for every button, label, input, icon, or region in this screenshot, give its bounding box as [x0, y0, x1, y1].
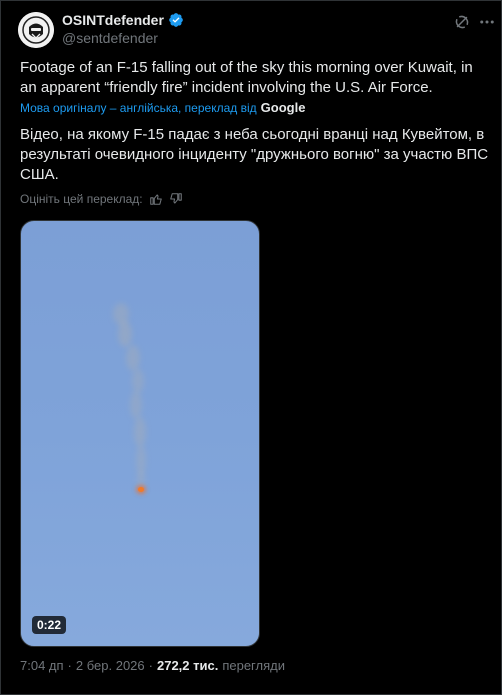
translated-text: Відео, на якому F-15 падає з неба сьогод…	[20, 126, 489, 183]
verified-badge-icon	[169, 13, 183, 27]
rate-translation-label: Оцініть цей переклад:	[20, 192, 143, 206]
rate-thumbs-down-button[interactable]	[169, 192, 183, 206]
smoke-trail	[118, 321, 132, 347]
translation-note-text[interactable]: Мова оригіналу – англійська, переклад ві…	[20, 101, 257, 115]
translation-note[interactable]: Мова оригіналу – англійська, переклад ві…	[20, 100, 305, 115]
translation-provider: Google	[260, 100, 306, 115]
tweet-date[interactable]: 2 бер. 2026	[76, 658, 145, 673]
tweet-time[interactable]: 7:04 дп	[20, 658, 64, 673]
more-icon	[480, 20, 494, 24]
meta-separator: ·	[148, 658, 153, 673]
tweet-card: OSINTdefender @sentdefender Footage of a…	[0, 0, 502, 695]
avatar[interactable]	[18, 12, 54, 48]
author-name-row[interactable]: OSINTdefender	[62, 12, 184, 28]
tweet-text: Footage of an F-15 falling out of the sk…	[20, 59, 473, 96]
smoke-trail	[132, 369, 144, 393]
smoke-trail	[134, 417, 146, 447]
author-display-name[interactable]: OSINTdefender	[62, 12, 164, 28]
rate-translation: Оцініть цей переклад:	[20, 192, 183, 206]
grok-icon	[455, 15, 469, 29]
smoke-trail	[126, 345, 140, 371]
smoke-trail	[130, 391, 142, 419]
thumbs-up-icon	[149, 194, 162, 205]
video-duration: 0:22	[32, 616, 67, 634]
views-count: 272,2 тис.	[156, 658, 219, 673]
more-button[interactable]	[478, 13, 496, 31]
thumbs-down-icon	[169, 193, 182, 204]
video-player[interactable]: 0:22	[20, 220, 260, 647]
rate-thumbs-up-button[interactable]	[149, 192, 163, 206]
grok-button[interactable]	[453, 13, 471, 31]
tweet-meta: 7:04 дп · 2 бер. 2026 · 272,2 тис. перег…	[20, 658, 285, 673]
burning-aircraft	[138, 487, 144, 492]
views-label: перегляди	[222, 658, 285, 673]
meta-separator: ·	[67, 658, 72, 673]
author-handle[interactable]: @sentdefender	[62, 30, 158, 46]
avatar-image	[18, 12, 54, 48]
